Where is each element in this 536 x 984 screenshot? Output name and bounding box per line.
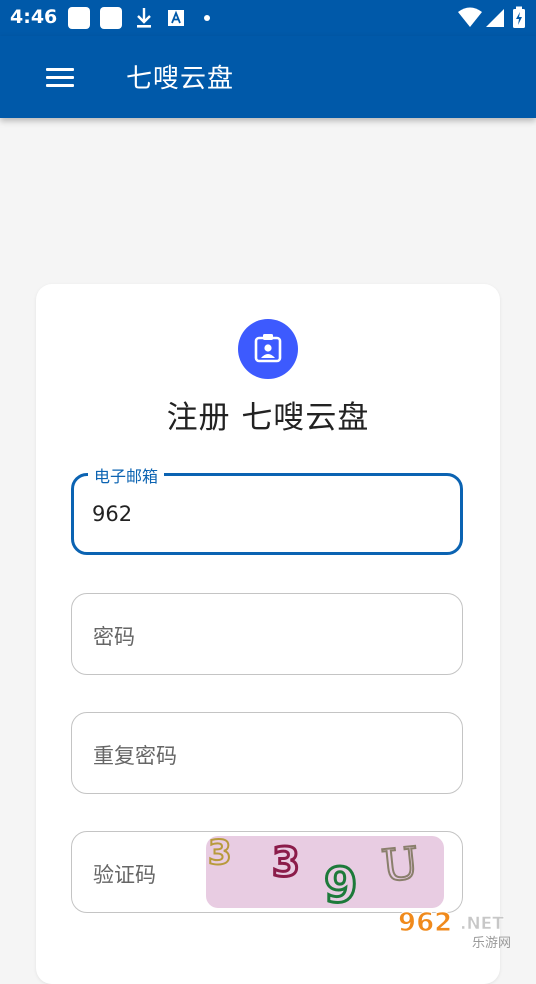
watermark-graphic: 962 .NET 乐游网 [398,908,512,952]
captcha-field[interactable]: 验证码 3 3 9 U [71,831,463,913]
password-placeholder: 密码 [93,625,135,649]
cellular-signal-icon [486,9,504,27]
svg-text:3: 3 [208,836,232,873]
email-field-label: 电子邮箱 [88,463,165,487]
download-icon [137,8,151,28]
captcha-image-graphic: 3 3 9 U [207,836,423,908]
page-title: 注册 七嗖云盘 [166,400,370,436]
status-bar: 4:46 [0,0,536,36]
hamburger-menu-icon[interactable] [40,60,80,96]
svg-text:3: 3 [272,840,300,886]
contact-badge-icon [254,334,282,363]
battery-charging-icon [513,6,525,28]
translate-icon [168,10,184,26]
email-field[interactable]: 电子邮箱 962 [71,463,463,555]
watermark-logo: 962 .NET 乐游网 [396,903,532,952]
app-bar: 七嗖云盘 [0,36,536,118]
status-time: 4:46 [10,6,58,28]
captcha-image[interactable]: 3 3 9 U [206,836,444,908]
notification-app-icon [100,7,122,29]
more-notifications-dot-icon [204,15,210,21]
register-card: 注册 七嗖云盘 电子邮箱 962 密码 重复密码 验证码 3 3 9 U [36,284,500,984]
avatar [238,319,298,379]
confirm-password-placeholder: 重复密码 [93,744,177,768]
captcha-placeholder: 验证码 [93,863,156,887]
wifi-icon [458,7,482,27]
svg-text:962: 962 [398,908,452,938]
password-field[interactable]: 密码 [71,593,463,675]
email-field-value: 962 [92,502,133,526]
svg-text:乐游网: 乐游网 [472,936,511,951]
notification-app-icon [68,7,90,29]
svg-text:U: U [379,838,421,893]
app-title: 七嗖云盘 [126,64,235,94]
svg-text:.NET: .NET [460,914,504,934]
confirm-password-field[interactable]: 重复密码 [71,712,463,794]
svg-text:9: 9 [324,858,357,908]
